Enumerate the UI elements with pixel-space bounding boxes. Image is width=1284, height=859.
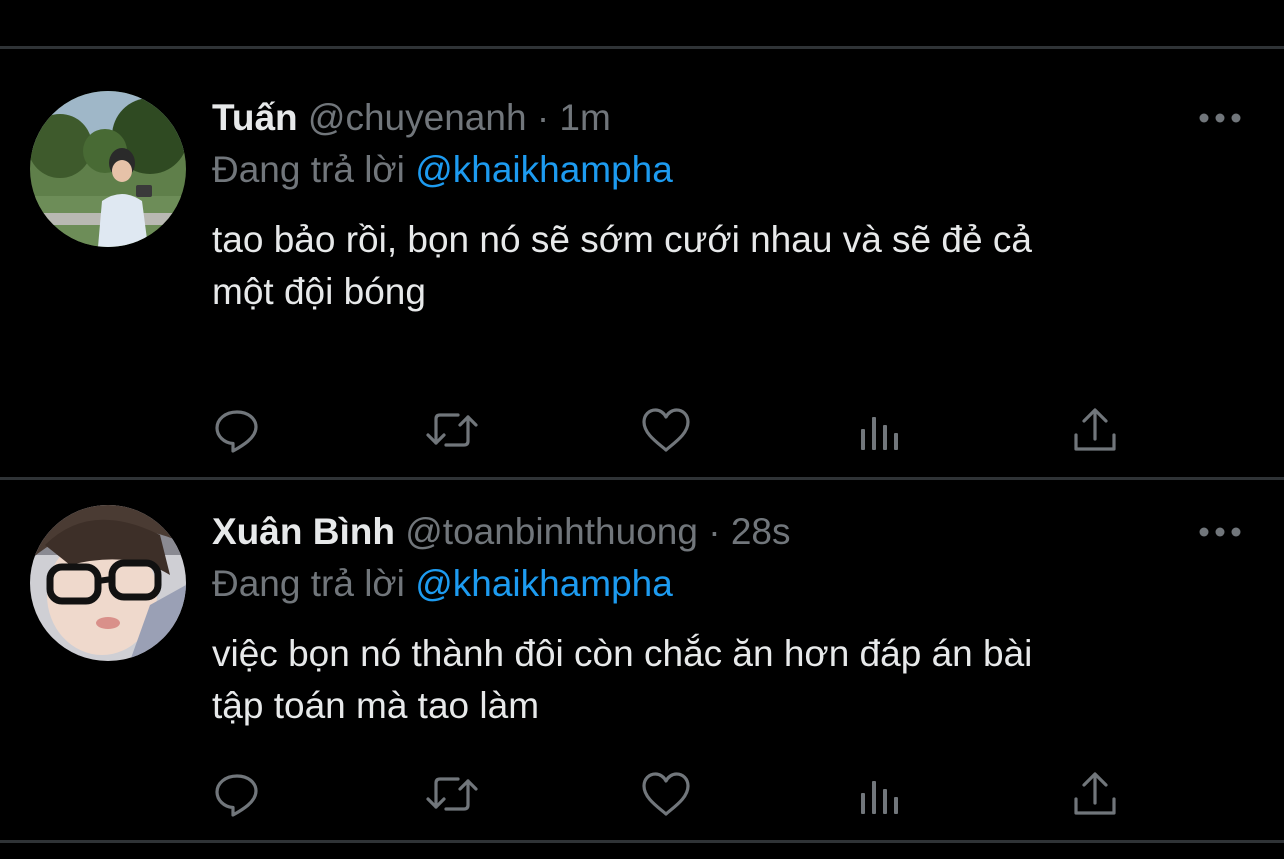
- reply-mention-link[interactable]: @khaikhampha: [415, 149, 673, 190]
- replying-to-label: Đang trả lời: [212, 563, 405, 604]
- analytics-button[interactable]: [856, 405, 910, 455]
- tweet-divider: [0, 477, 1284, 480]
- replying-to: Đang trả lời @khaikhampha: [212, 562, 673, 606]
- analytics-button[interactable]: [856, 769, 910, 819]
- tweet-text-line-2: tập toán mà tao làm: [212, 685, 540, 726]
- retweet-icon: [426, 413, 478, 447]
- tweet-actions: [212, 769, 1132, 819]
- tweet-text: tao bảo rồi, bọn nó sẽ sớm cưới nhau và …: [212, 214, 1242, 318]
- tweet-text: việc bọn nó thành đôi còn chắc ăn hơn đá…: [212, 628, 1242, 732]
- replying-to-label: Đang trả lời: [212, 149, 405, 190]
- like-button[interactable]: [640, 405, 694, 455]
- avatar[interactable]: [30, 91, 186, 247]
- tweet-text-line-2: một đội bóng: [212, 271, 426, 312]
- replying-to: Đang trả lời @khaikhampha: [212, 148, 673, 192]
- analytics-icon: [861, 417, 898, 450]
- share-icon: [1074, 772, 1116, 815]
- retweet-button[interactable]: [424, 405, 478, 455]
- timestamp[interactable]: 1m: [559, 97, 610, 138]
- share-button[interactable]: [1070, 405, 1124, 455]
- reply-mention-link[interactable]: @khaikhampha: [415, 563, 673, 604]
- tweet-actions: [212, 405, 1132, 455]
- tweet-header: Xuân Bình @toanbinhthuong · 28s: [212, 510, 790, 554]
- avatar[interactable]: [30, 505, 186, 661]
- more-options-icon[interactable]: [1198, 522, 1242, 542]
- reply-icon: [215, 410, 258, 453]
- like-icon: [642, 408, 690, 452]
- more-options-icon[interactable]: [1198, 108, 1242, 128]
- tweet-text-line-1: việc bọn nó thành đôi còn chắc ăn hơn đá…: [212, 633, 1033, 674]
- retweet-button[interactable]: [424, 769, 478, 819]
- retweet-icon: [426, 777, 478, 811]
- reply-button[interactable]: [212, 769, 266, 819]
- display-name[interactable]: Tuấn: [212, 97, 298, 138]
- user-handle[interactable]: @chuyenanh: [308, 97, 527, 138]
- separator-dot: ·: [536, 97, 550, 138]
- share-icon: [1074, 408, 1116, 451]
- like-button[interactable]: [640, 769, 694, 819]
- separator-dot: ·: [708, 511, 721, 552]
- bottom-divider: [0, 840, 1284, 843]
- tweet-header: Tuấn @chuyenanh · 1m: [212, 96, 611, 140]
- timestamp[interactable]: 28s: [731, 511, 791, 552]
- tweet-text-line-1: tao bảo rồi, bọn nó sẽ sớm cưới nhau và …: [212, 219, 1032, 260]
- share-button[interactable]: [1070, 769, 1124, 819]
- analytics-icon: [861, 781, 898, 814]
- reply-button[interactable]: [212, 405, 266, 455]
- top-divider: [0, 46, 1284, 49]
- reply-icon: [215, 774, 258, 817]
- display-name[interactable]: Xuân Bình: [212, 511, 395, 552]
- like-icon: [642, 772, 690, 816]
- user-handle[interactable]: @toanbinhthuong: [405, 511, 698, 552]
